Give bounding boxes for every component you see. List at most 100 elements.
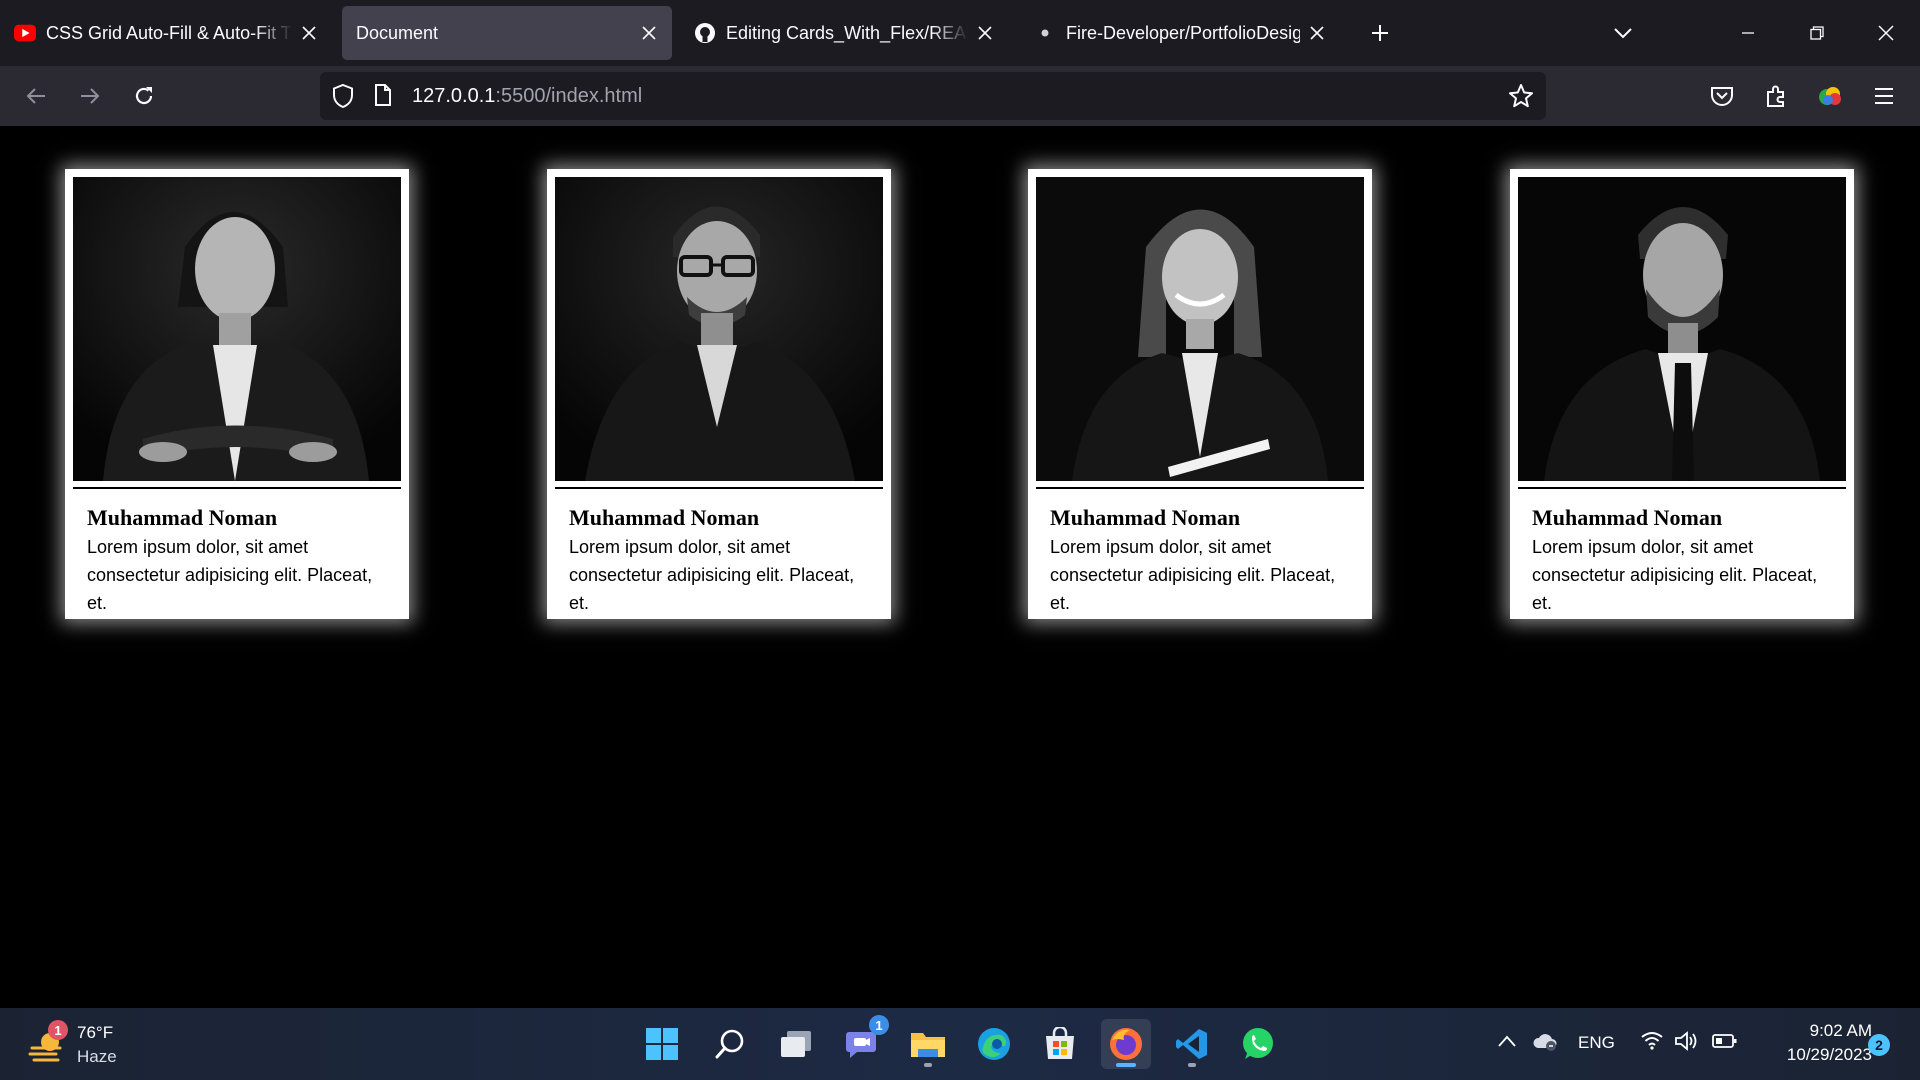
plus-icon — [1372, 25, 1388, 41]
tab-title: Editing Cards_With_Flex/README.md — [726, 22, 968, 43]
profile-photo-man-bearded-tie — [1518, 177, 1846, 481]
new-tab-button[interactable] — [1360, 14, 1400, 52]
tab-portfolio-design[interactable]: Fire-Developer/PortfolioDesign — [1020, 6, 1340, 60]
folder-icon — [911, 1033, 945, 1057]
youtube-icon — [14, 22, 36, 44]
colorful-extension-button[interactable] — [1810, 76, 1850, 116]
tab-title: Document — [356, 22, 439, 43]
close-tab-icon[interactable] — [640, 24, 658, 42]
running-indicator — [924, 1063, 932, 1067]
input-language[interactable]: ENG — [1578, 1033, 1615, 1053]
file-explorer-button[interactable] — [903, 1019, 953, 1069]
card-name: Muhammad Noman — [1050, 505, 1241, 530]
close-tab-icon[interactable] — [976, 24, 994, 42]
reload-button[interactable] — [124, 76, 164, 116]
clock-date: 10/29/2023 — [1786, 1045, 1872, 1064]
task-view-button[interactable] — [771, 1019, 821, 1069]
profile-card: Muhammad Noman Lorem ipsum dolor, sit am… — [1028, 169, 1372, 619]
navigation-toolbar: 127.0.0.1:5500/index.html — [0, 66, 1920, 126]
puzzle-icon — [1767, 85, 1784, 107]
store-bag-icon — [1046, 1027, 1074, 1059]
close-tab-icon[interactable] — [1308, 24, 1326, 42]
edge-browser-icon — [978, 1028, 1010, 1060]
card-description: Lorem ipsum dolor, sit amet consectetur … — [87, 537, 373, 613]
search-icon — [715, 1029, 744, 1059]
card-name: Muhammad Noman — [87, 505, 278, 530]
page-viewport: Muhammad Noman Lorem ipsum dolor, sit am… — [0, 126, 1920, 1008]
close-tab-icon[interactable] — [300, 24, 318, 42]
tab-github-readme[interactable]: Editing Cards_With_Flex/README.md — [680, 6, 1008, 60]
profile-photo-woman-arms-crossed — [73, 177, 401, 481]
card-divider — [555, 487, 883, 489]
card-divider — [73, 487, 401, 489]
teams-chat-button[interactable]: 1 — [837, 1015, 889, 1069]
whatsapp-icon — [1243, 1028, 1273, 1059]
vscode-button[interactable] — [1167, 1019, 1217, 1069]
reload-icon — [135, 87, 153, 105]
start-button[interactable] — [637, 1019, 687, 1069]
tab-title: Fire-Developer/PortfolioDesign — [1066, 22, 1300, 43]
volume-icon[interactable] — [1674, 1030, 1700, 1057]
pocket-icon — [1711, 87, 1733, 106]
back-button[interactable] — [16, 76, 56, 116]
forward-button[interactable] — [70, 76, 110, 116]
tab-title: CSS Grid Auto-Fill & Auto-Fit Tutorial — [46, 22, 292, 43]
list-all-tabs-button[interactable] — [1603, 14, 1643, 52]
clock-time: 9:02 AM — [1809, 1021, 1872, 1040]
search-button[interactable] — [705, 1019, 755, 1069]
profile-photo-woman-smiling — [1036, 177, 1364, 481]
card-name: Muhammad Noman — [1532, 505, 1723, 530]
clock[interactable]: 9:02 AM 10/29/2023 — [1748, 1008, 1880, 1080]
restore-button[interactable] — [1797, 14, 1837, 52]
minimize-button[interactable] — [1728, 14, 1768, 52]
weather-badge: 1 — [48, 1020, 68, 1040]
bookmark-star-icon[interactable] — [1508, 83, 1534, 114]
arrow-right-icon — [81, 88, 100, 104]
weather-temperature: 76°F — [77, 1023, 114, 1042]
active-indicator — [1116, 1063, 1136, 1067]
firefox-button[interactable] — [1101, 1019, 1151, 1069]
colorful-extension-icon — [1819, 87, 1841, 105]
page-icon[interactable] — [374, 84, 392, 111]
card-divider — [1036, 487, 1364, 489]
shield-icon[interactable] — [332, 83, 354, 114]
hamburger-menu-icon — [1875, 88, 1893, 104]
url-host: 127.0.0.1 — [412, 85, 496, 107]
weather-widget[interactable]: 1 76°F Haze — [22, 1020, 132, 1070]
microsoft-store-button[interactable] — [1035, 1019, 1085, 1069]
address-bar[interactable]: 127.0.0.1:5500/index.html — [320, 72, 1546, 120]
tab-document[interactable]: Document — [342, 6, 672, 60]
minimize-icon — [1742, 32, 1754, 34]
windows-logo-icon — [646, 1028, 678, 1060]
battery-icon[interactable] — [1712, 1033, 1738, 1054]
onedrive-tray-icon[interactable] — [1532, 1030, 1558, 1057]
close-icon — [1878, 25, 1894, 41]
dot-icon — [1034, 22, 1056, 44]
task-view-icon — [781, 1031, 811, 1057]
url-text[interactable]: 127.0.0.1:5500/index.html — [412, 85, 642, 108]
arrow-left-icon — [26, 88, 45, 104]
close-window-button[interactable] — [1866, 14, 1906, 52]
chevron-down-icon — [1614, 28, 1632, 39]
whatsapp-button[interactable] — [1233, 1019, 1283, 1069]
card-divider — [1518, 487, 1846, 489]
tab-youtube[interactable]: CSS Grid Auto-Fill & Auto-Fit Tutorial — [0, 6, 332, 60]
firefox-icon — [1110, 1028, 1142, 1060]
url-path: :5500/index.html — [495, 85, 643, 107]
notification-center-badge[interactable]: 2 — [1868, 1034, 1890, 1056]
chat-badge: 1 — [869, 1015, 889, 1035]
vscode-icon — [1176, 1029, 1207, 1059]
wifi-icon[interactable] — [1640, 1030, 1664, 1055]
weather-condition: Haze — [77, 1047, 117, 1066]
profile-photo-man-glasses — [555, 177, 883, 481]
edge-button[interactable] — [969, 1019, 1019, 1069]
chevron-up-icon — [1498, 1035, 1516, 1047]
menu-button[interactable] — [1864, 76, 1904, 116]
restore-icon — [1810, 26, 1824, 40]
github-icon — [694, 22, 716, 44]
taskbar: 1 76°F Haze 1 ENG 9:02 AM 10/29/2023 2 — [0, 1008, 1920, 1080]
profile-card: Muhammad Noman Lorem ipsum dolor, sit am… — [547, 169, 891, 619]
pocket-button[interactable] — [1702, 76, 1742, 116]
extensions-button[interactable] — [1756, 76, 1796, 116]
show-hidden-icons-button[interactable] — [1498, 1034, 1516, 1052]
